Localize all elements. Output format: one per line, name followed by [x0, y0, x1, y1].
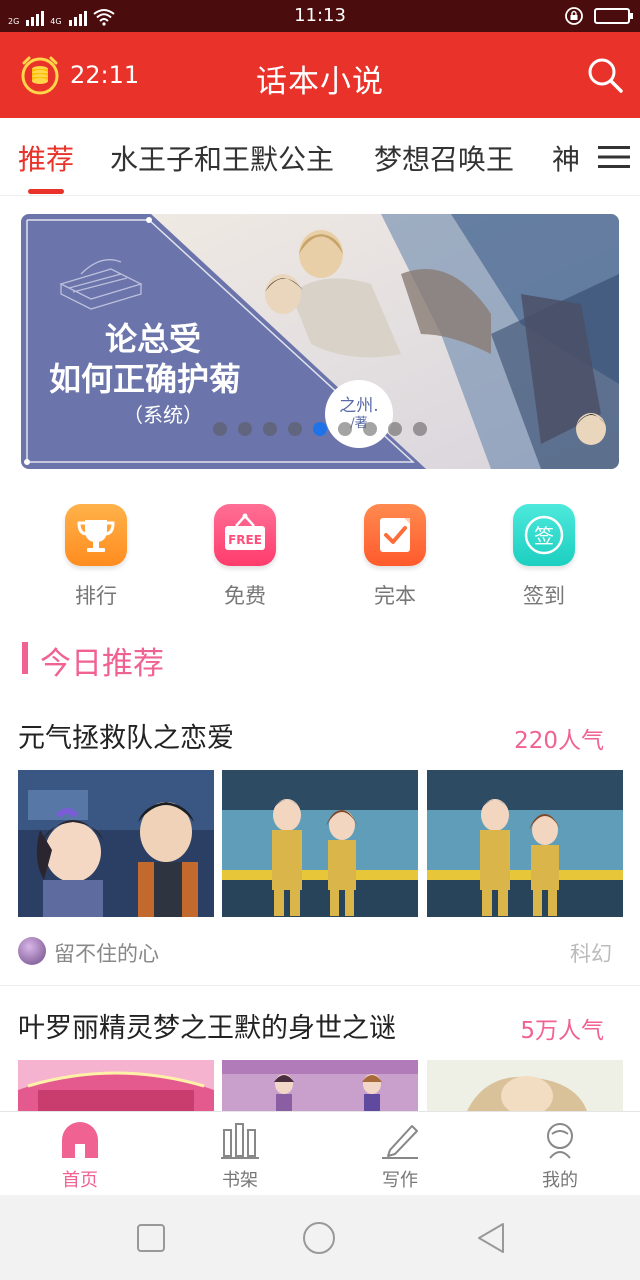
quick-entries: 排行 FREE 免费 完本 签 签到 — [0, 504, 640, 614]
carousel-dot[interactable] — [313, 422, 327, 436]
author-name[interactable]: 留不住的心 — [54, 938, 159, 968]
carousel-dot[interactable] — [213, 422, 227, 436]
carousel-dot[interactable] — [363, 422, 377, 436]
bookshelf-icon — [221, 1123, 259, 1159]
status-bar: 2G 4G 11:13 — [0, 0, 640, 32]
banner-title-line2: 如何正确护菊 — [49, 360, 242, 398]
free-sign-icon: FREE — [214, 504, 276, 566]
menu-icon[interactable] — [598, 145, 630, 169]
author-seal: 之州. /著 — [325, 380, 393, 448]
book-thumbnail[interactable] — [222, 770, 418, 917]
author-seal-line1: 之州. — [339, 396, 379, 416]
nav-label: 首页 — [62, 1170, 98, 1191]
tab-god[interactable]: 神 — [552, 138, 580, 178]
section-accent-bar — [22, 642, 28, 674]
bottom-nav: 首页 书架 写作 我的 — [0, 1111, 640, 1195]
book-thumbnail[interactable] — [222, 1060, 418, 1111]
section-title: 今日推荐 — [40, 646, 164, 682]
nav-profile[interactable]: 我的 — [480, 1120, 640, 1192]
profile-icon — [547, 1123, 573, 1159]
status-right — [564, 6, 633, 26]
app-header: 22:11 话本小说 — [0, 32, 640, 118]
nav-bookshelf[interactable]: 书架 — [160, 1120, 320, 1192]
header-time: 22:11 — [70, 61, 140, 89]
quick-entry-label: 完本 — [374, 584, 416, 608]
tab-water-prince[interactable]: 水王子和王默公主 — [110, 138, 334, 178]
svg-text:FREE: FREE — [228, 533, 262, 547]
carousel-dot[interactable] — [413, 422, 427, 436]
svg-text:签: 签 — [534, 524, 554, 548]
pen-icon — [382, 1125, 418, 1159]
book-thumbnail[interactable] — [427, 770, 623, 917]
nav-label: 我的 — [542, 1170, 578, 1191]
book-popularity: 5万人气 — [520, 1018, 604, 1044]
status-time: 11:13 — [294, 5, 346, 26]
quick-entry-label: 免费 — [224, 584, 266, 608]
book-popularity: 220人气 — [514, 728, 604, 754]
avatar[interactable] — [18, 937, 46, 965]
book-genre: 科幻 — [570, 942, 612, 966]
check-note-icon — [364, 504, 426, 566]
quick-entry-completed[interactable]: 完本 — [325, 504, 465, 610]
banner-subtitle: （系统） — [123, 403, 203, 427]
carousel-dot[interactable] — [263, 422, 277, 436]
search-icon[interactable] — [586, 56, 624, 94]
book-thumbnail[interactable] — [427, 1060, 623, 1111]
quick-entry-signin[interactable]: 签 签到 — [474, 504, 614, 610]
carousel-dot[interactable] — [238, 422, 252, 436]
nav-label: 写作 — [382, 1170, 418, 1191]
quick-entry-free[interactable]: FREE 免费 — [175, 504, 315, 610]
rotation-lock-icon — [565, 7, 583, 25]
book-title[interactable]: 元气拯救队之恋爱 — [18, 716, 234, 755]
book-thumbnail[interactable] — [18, 1060, 214, 1111]
back-icon[interactable] — [474, 1221, 508, 1255]
battery-icon — [594, 8, 633, 24]
home-icon — [62, 1122, 98, 1158]
quick-entry-label: 排行 — [75, 584, 117, 608]
system-nav-bar — [0, 1195, 640, 1280]
trophy-icon — [65, 504, 127, 566]
tab-active-indicator — [28, 189, 64, 194]
card-divider — [0, 985, 640, 986]
sign-in-icon: 签 — [513, 504, 575, 566]
book-thumbnail[interactable] — [18, 770, 214, 917]
quick-entry-ranking[interactable]: 排行 — [26, 504, 166, 610]
tab-recommend[interactable]: 推荐 — [18, 138, 74, 178]
book-title[interactable]: 叶罗丽精灵梦之王默的身世之谜 — [18, 1006, 396, 1045]
nav-home[interactable]: 首页 — [0, 1120, 160, 1192]
nav-write[interactable]: 写作 — [320, 1120, 480, 1192]
coin-alarm-icon[interactable] — [18, 53, 62, 97]
carousel-dot[interactable] — [288, 422, 302, 436]
carousel-dot[interactable] — [338, 422, 352, 436]
nav-label: 书架 — [222, 1170, 258, 1191]
category-tabs: 推荐 水王子和王默公主 梦想召唤王 神 — [0, 118, 640, 196]
quick-entry-label: 签到 — [523, 584, 565, 608]
home-circle-icon[interactable] — [302, 1221, 336, 1255]
recent-apps-icon[interactable] — [134, 1221, 168, 1255]
carousel-dots — [213, 422, 427, 436]
tab-dream-summoner[interactable]: 梦想召唤王 — [374, 138, 514, 178]
carousel-dot[interactable] — [388, 422, 402, 436]
banner-carousel[interactable]: 论总受 如何正确护菊 （系统） 之州. /著 — [21, 214, 619, 469]
